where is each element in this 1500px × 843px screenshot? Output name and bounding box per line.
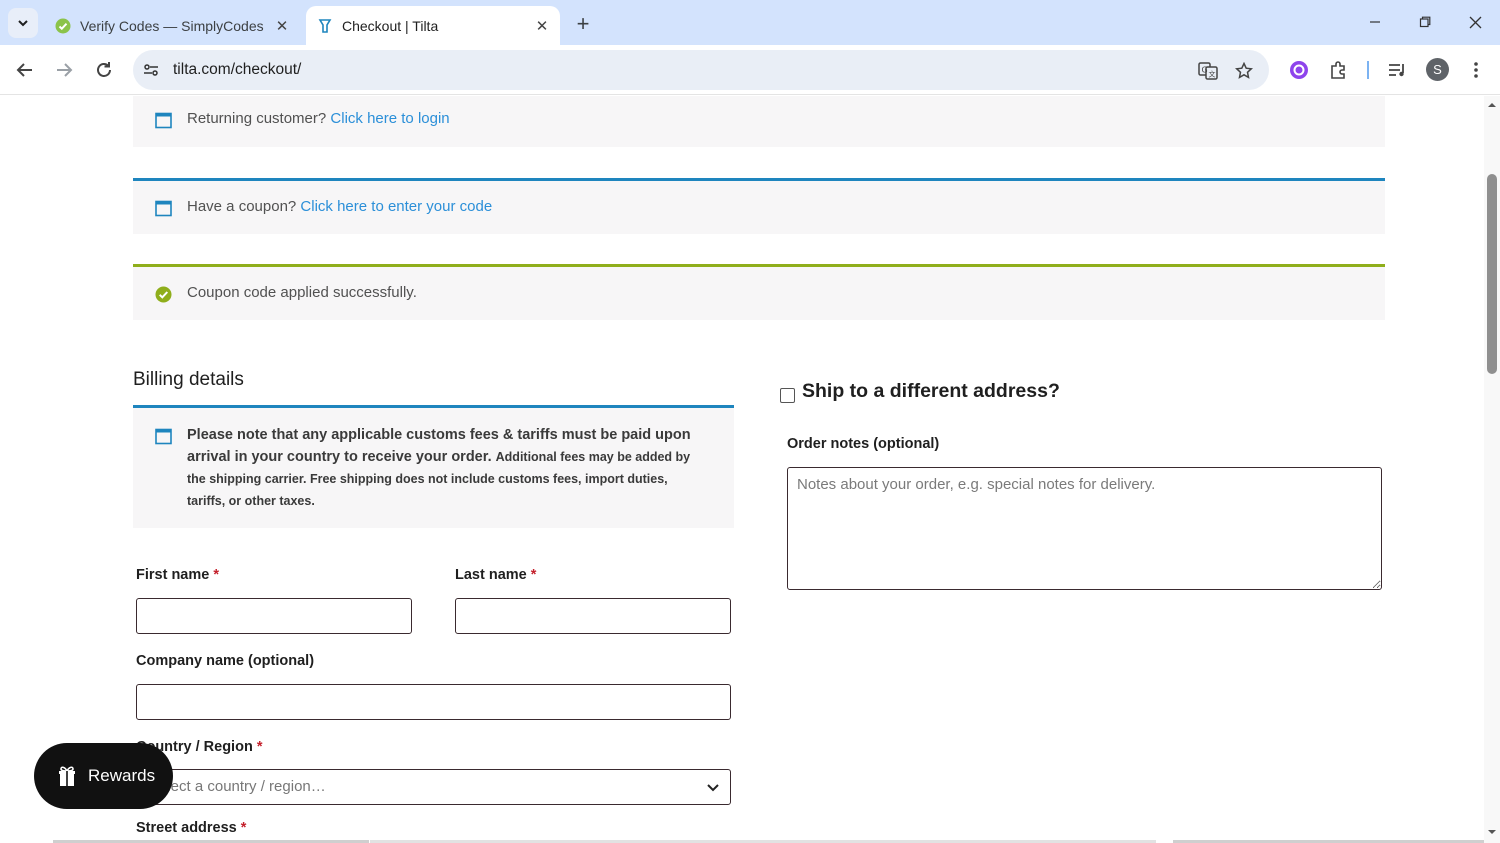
coupon-notice: Have a coupon? Click here to enter your …: [133, 178, 1385, 234]
coupon-success-notice: Coupon code applied successfully.: [133, 264, 1385, 320]
gift-icon: [56, 765, 78, 787]
enter-coupon-link[interactable]: Click here to enter your code: [300, 198, 492, 215]
last-name-field[interactable]: [455, 598, 731, 634]
scroll-up-arrow-icon[interactable]: [1487, 100, 1497, 110]
address-bar[interactable]: tilta.com/checkout/ G文: [133, 50, 1269, 90]
simplycodes-icon: [54, 17, 72, 35]
minimize-icon[interactable]: [1360, 8, 1390, 36]
billing-details-heading: Billing details: [133, 369, 244, 390]
media-control-icon[interactable]: [1385, 58, 1409, 82]
check-circle-icon: [155, 286, 172, 303]
coupon-success-text: Coupon code applied successfully.: [187, 284, 417, 301]
chevron-down-icon: [18, 20, 28, 27]
tilta-icon: [316, 17, 334, 35]
country-region-select[interactable]: Select a country / region…: [136, 769, 731, 805]
customs-info-notice: Please note that any applicable customs …: [133, 405, 734, 528]
order-notes-field[interactable]: [787, 467, 1382, 590]
first-name-field[interactable]: [136, 598, 412, 634]
page-viewport: Returning customer? Click here to login …: [0, 96, 1484, 843]
window-icon: [155, 112, 172, 129]
returning-customer-text: Returning customer?: [187, 110, 327, 127]
tab-simplycodes[interactable]: Verify Codes — SimplyCodes ✕: [44, 6, 300, 45]
chevron-down-icon: [707, 784, 719, 792]
more-menu-icon[interactable]: [1464, 58, 1488, 82]
login-link[interactable]: Click here to login: [330, 110, 449, 127]
close-tab-icon[interactable]: ✕: [532, 16, 552, 36]
required-mark: *: [213, 567, 220, 583]
returning-customer-notice: Returning customer? Click here to login: [133, 96, 1385, 147]
svg-text:G: G: [1202, 66, 1208, 75]
site-settings-icon[interactable]: [141, 60, 161, 80]
rewards-label: Rewards: [88, 766, 156, 785]
street-address-label-text: Street address: [136, 820, 237, 836]
tab-tilta-checkout[interactable]: Checkout | Tilta ✕: [306, 6, 560, 45]
scrollbar-thumb[interactable]: [1487, 174, 1497, 374]
last-name-label-text: Last name: [455, 567, 527, 583]
extension-purple-icon[interactable]: [1287, 58, 1311, 82]
required-mark: *: [530, 567, 537, 583]
tab-title: Checkout | Tilta: [342, 17, 439, 34]
toolbar-divider: [1367, 61, 1369, 79]
extensions-puzzle-icon[interactable]: [1327, 58, 1351, 82]
close-window-icon[interactable]: [1460, 8, 1490, 36]
first-name-label: First name *: [136, 567, 219, 583]
ship-different-address-checkbox[interactable]: [780, 388, 795, 403]
profile-avatar[interactable]: S: [1426, 58, 1449, 81]
reload-icon[interactable]: [91, 57, 117, 83]
required-mark: *: [240, 820, 247, 836]
country-select-placeholder: Select a country / region…: [149, 778, 326, 795]
restore-icon[interactable]: [1410, 8, 1440, 36]
page-scrollbar[interactable]: [1484, 96, 1500, 843]
new-tab-button[interactable]: +: [570, 11, 596, 37]
svg-text:文: 文: [1209, 70, 1216, 79]
tab-strip: Verify Codes — SimplyCodes ✕ Checkout | …: [0, 0, 1500, 45]
window-icon: [155, 200, 172, 217]
last-name-label: Last name *: [455, 567, 536, 583]
company-name-label: Company name (optional): [136, 653, 315, 669]
street-address-label: Street address *: [136, 820, 246, 836]
scroll-down-arrow-icon[interactable]: [1487, 827, 1497, 837]
browser-toolbar: tilta.com/checkout/ G文 S: [0, 45, 1500, 95]
company-name-field[interactable]: [136, 684, 731, 720]
rewards-button[interactable]: Rewards: [34, 743, 173, 809]
bookmark-star-icon[interactable]: [1233, 60, 1255, 82]
order-notes-label: Order notes (optional): [787, 436, 940, 452]
coupon-text: Have a coupon?: [187, 198, 297, 215]
url-text[interactable]: tilta.com/checkout/: [173, 61, 301, 79]
tab-search-button[interactable]: [8, 8, 38, 38]
close-tab-icon[interactable]: ✕: [272, 16, 292, 36]
ship-different-address-label[interactable]: Ship to a different address?: [802, 380, 1060, 403]
customs-info-text: Please note that any applicable customs …: [187, 424, 707, 512]
window-icon: [155, 428, 172, 445]
first-name-label-text: First name: [136, 567, 210, 583]
translate-icon[interactable]: G文: [1197, 60, 1219, 82]
tab-title: Verify Codes — SimplyCodes: [80, 17, 264, 34]
back-icon[interactable]: [12, 57, 38, 83]
required-mark: *: [256, 739, 263, 755]
forward-icon[interactable]: [51, 57, 77, 83]
